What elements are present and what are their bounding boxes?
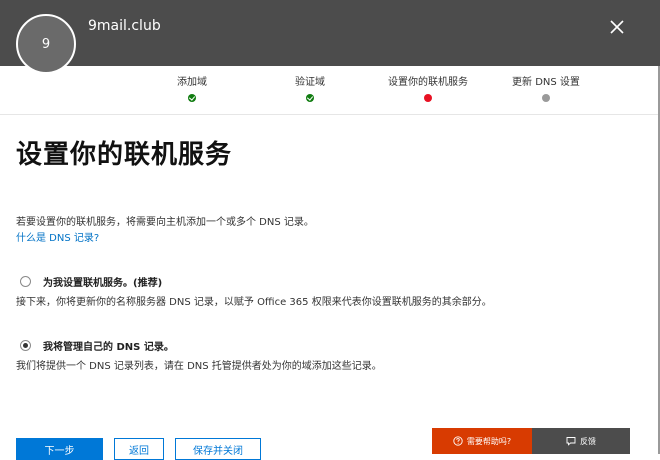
what-is-dns-link[interactable]: 什么是 DNS 记录? (16, 229, 99, 244)
feedback-label[interactable]: 反馈 (580, 436, 596, 447)
step-verify-domain: 验证域 (250, 73, 370, 102)
domain-title: 9mail.club (88, 18, 161, 34)
wizard-steps: 添加域 验证域 设置你的联机服务 更新 DNS 设置 (0, 66, 660, 115)
avatar: 9 (16, 14, 76, 74)
option-manage-dns[interactable]: 我将管理自己的 DNS 记录。 (20, 338, 174, 353)
need-help-button[interactable]: 需要帮助吗? (432, 428, 532, 454)
option-description: 我们将提供一个 DNS 记录列表，请在 DNS 托管提供者处为你的域添加这些记录… (16, 361, 382, 372)
current-step-dot-icon (424, 94, 432, 102)
option-label[interactable]: 我将管理自己的 DNS 记录。 (43, 338, 174, 353)
check-circle-icon (188, 94, 196, 102)
need-help-label[interactable]: 需要帮助吗? (467, 436, 511, 447)
option-auto-setup[interactable]: 为我设置联机服务。(推荐) (20, 274, 162, 289)
option-label[interactable]: 为我设置联机服务。(推荐) (43, 274, 162, 289)
step-label: 更新 DNS 设置 (512, 77, 580, 88)
header-bar: 9mail.club (0, 0, 660, 66)
page-title: 设置你的联机服务 (16, 140, 233, 170)
back-button[interactable]: 返回 (114, 438, 164, 460)
question-icon (453, 436, 463, 446)
check-circle-icon (306, 94, 314, 102)
close-icon[interactable] (606, 16, 628, 38)
step-label: 设置你的联机服务 (388, 77, 468, 88)
feedback-icon (566, 436, 576, 446)
next-button[interactable]: 下一步 (16, 438, 103, 460)
pending-step-dot-icon (542, 94, 550, 102)
step-label: 验证域 (295, 77, 325, 88)
radio-auto-setup[interactable] (20, 276, 31, 287)
step-label: 添加域 (177, 77, 207, 88)
feedback-button[interactable]: 反馈 (532, 428, 630, 454)
step-add-domain: 添加域 (132, 73, 252, 102)
save-and-close-button[interactable]: 保存并关闭 (175, 438, 261, 460)
step-update-dns: 更新 DNS 设置 (486, 73, 606, 102)
option-description: 接下来，你将更新你的名称服务器 DNS 记录，以赋予 Office 365 权限… (16, 297, 492, 308)
intro-text: 若要设置你的联机服务，将需要向主机添加一个或多个 DNS 记录。 (16, 217, 314, 228)
radio-manage-dns[interactable] (20, 340, 31, 351)
step-setup-services: 设置你的联机服务 (368, 73, 488, 102)
